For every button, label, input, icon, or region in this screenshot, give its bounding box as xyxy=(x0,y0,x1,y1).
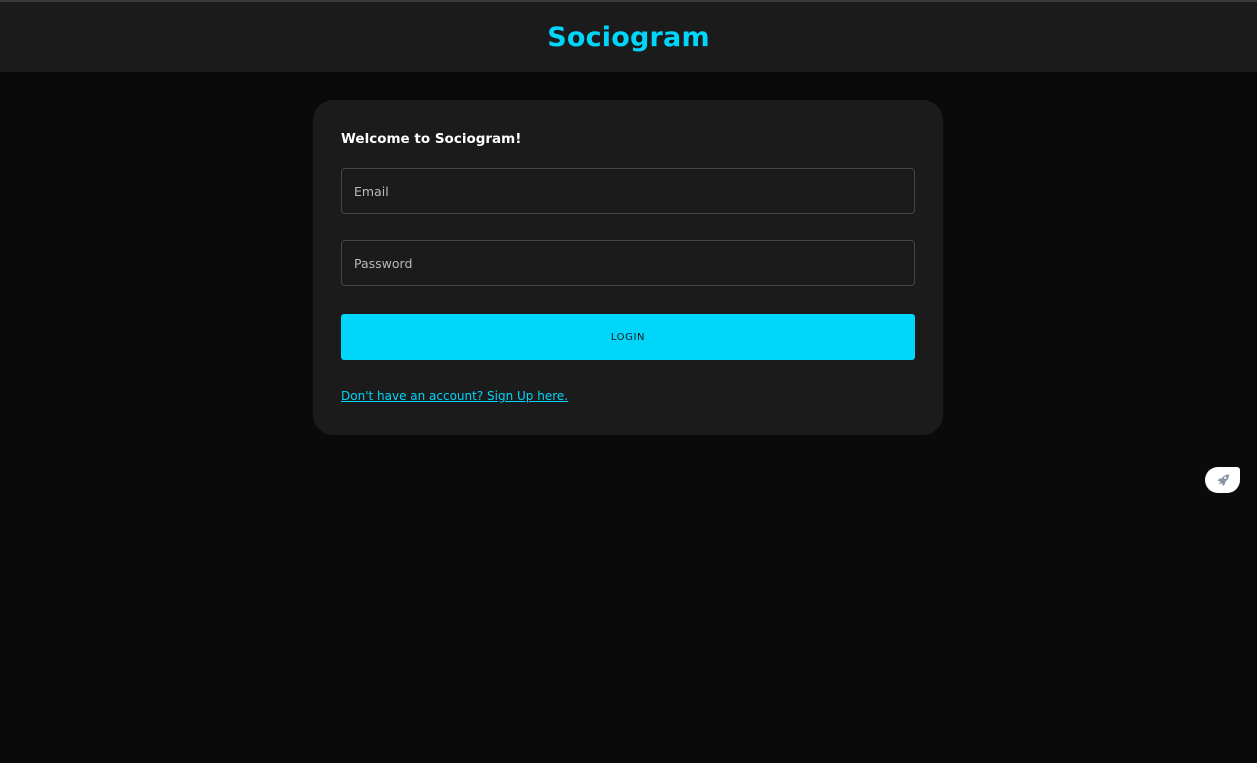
login-card-title: Welcome to Sociogram! xyxy=(341,131,522,147)
rocket-icon xyxy=(1216,474,1229,487)
login-card: Welcome to Sociogram! LOGIN Don't have a… xyxy=(313,100,943,435)
floating-widget-button[interactable] xyxy=(1205,467,1240,493)
email-field[interactable] xyxy=(341,168,915,214)
password-input[interactable] xyxy=(342,241,914,285)
login-button[interactable]: LOGIN xyxy=(341,314,915,360)
brand-title: Sociogram xyxy=(547,21,710,53)
signup-link[interactable]: Don't have an account? Sign Up here. xyxy=(341,389,568,403)
email-input[interactable] xyxy=(342,169,914,213)
password-field[interactable] xyxy=(341,240,915,286)
app-header: Sociogram xyxy=(0,2,1257,72)
